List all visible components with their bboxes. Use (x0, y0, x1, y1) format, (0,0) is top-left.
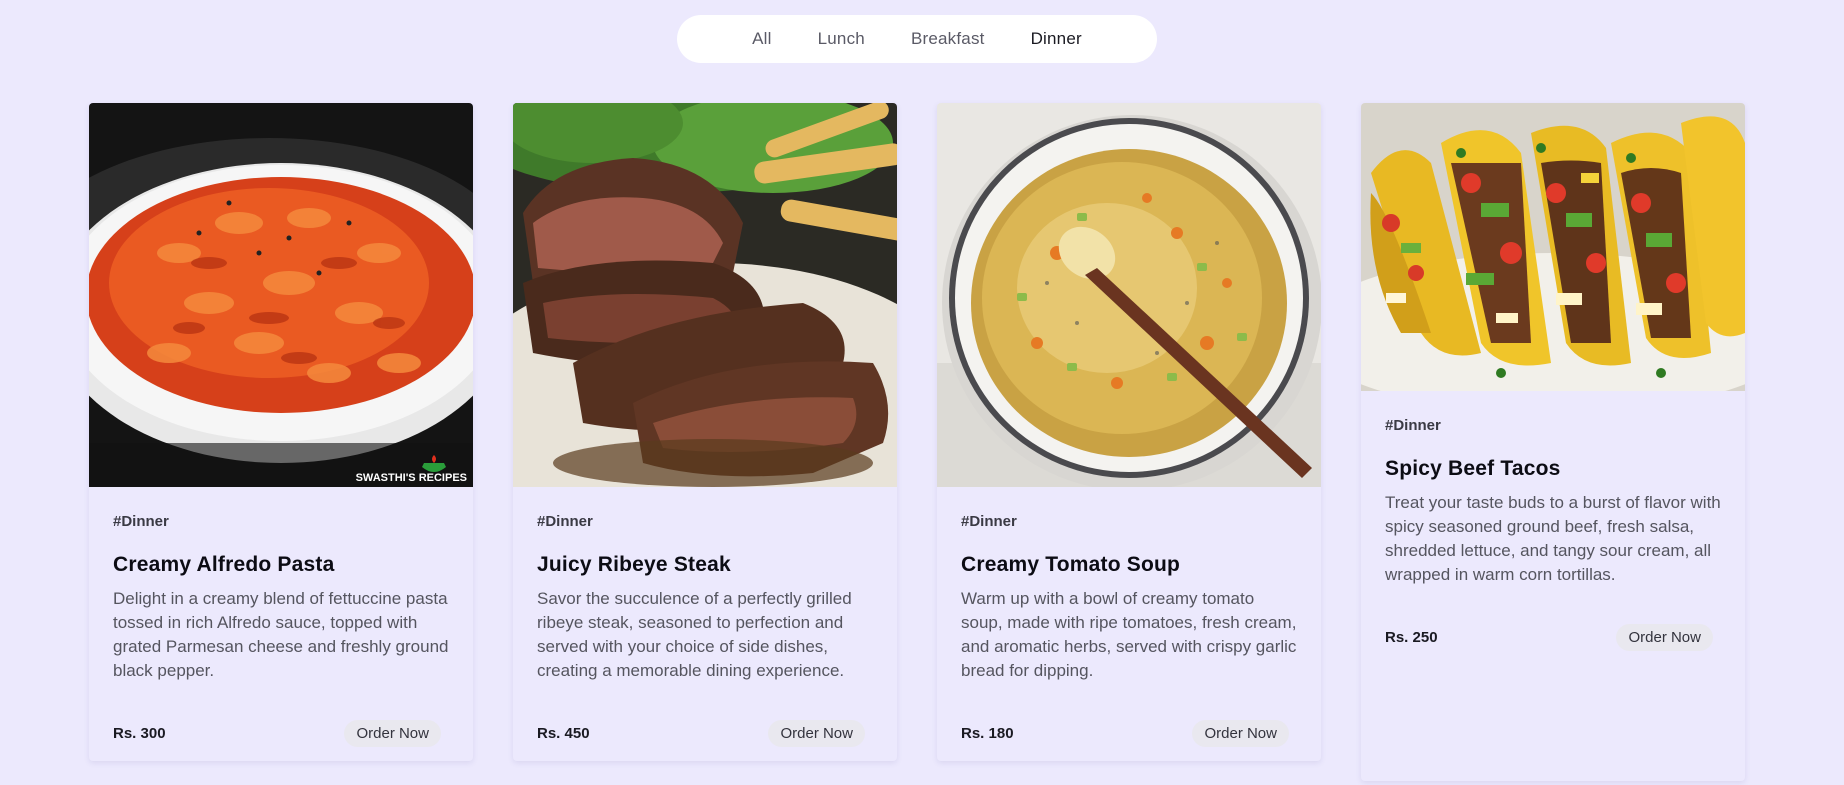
filter-tab-all[interactable]: All (729, 29, 795, 49)
menu-card-tomato-soup: #Dinner Creamy Tomato Soup Warm up with … (937, 103, 1321, 761)
card-title: Spicy Beef Tacos (1385, 457, 1561, 480)
pasta-image: SWASTHI'S RECIPES (89, 103, 473, 487)
menu-card-beef-tacos: #Dinner Spicy Beef Tacos Treat your tast… (1361, 103, 1745, 781)
card-title: Creamy Alfredo Pasta (113, 553, 335, 576)
card-description: Delight in a creamy blend of fettuccine … (113, 589, 449, 680)
card-tag: #Dinner (1385, 417, 1441, 434)
card-description: Savor the succulence of a perfectly gril… (537, 589, 852, 680)
card-description: Treat your taste buds to a burst of flav… (1385, 493, 1721, 584)
card-description: Warm up with a bowl of creamy tomato sou… (961, 589, 1297, 680)
soup-image (937, 103, 1321, 487)
card-title: Creamy Tomato Soup (961, 553, 1181, 576)
order-now-button[interactable]: Order Now (768, 719, 865, 747)
card-tag: #Dinner (537, 513, 593, 530)
steak-image (513, 103, 897, 487)
category-filter-bar: All Lunch Breakfast Dinner (677, 15, 1157, 63)
card-tag: #Dinner (961, 513, 1017, 530)
menu-card-alfredo-pasta: SWASTHI'S RECIPES #Dinner Creamy Alfredo… (89, 103, 473, 761)
order-now-button[interactable]: Order Now (1192, 719, 1289, 747)
filter-tab-breakfast[interactable]: Breakfast (888, 29, 1008, 49)
card-price: Rs. 300 (113, 724, 166, 742)
menu-card-ribeye-steak: #Dinner Juicy Ribeye Steak Savor the suc… (513, 103, 897, 761)
filter-tab-dinner[interactable]: Dinner (1008, 29, 1105, 49)
order-now-button[interactable]: Order Now (344, 719, 441, 747)
recipe-watermark: SWASTHI'S RECIPES (356, 472, 467, 484)
card-price: Rs. 250 (1385, 628, 1438, 646)
card-tag: #Dinner (113, 513, 169, 530)
order-now-button[interactable]: Order Now (1616, 623, 1713, 651)
filter-tab-lunch[interactable]: Lunch (795, 29, 888, 49)
card-price: Rs. 450 (537, 724, 590, 742)
card-title: Juicy Ribeye Steak (537, 553, 731, 576)
tacos-image (1361, 103, 1745, 391)
card-price: Rs. 180 (961, 724, 1014, 742)
